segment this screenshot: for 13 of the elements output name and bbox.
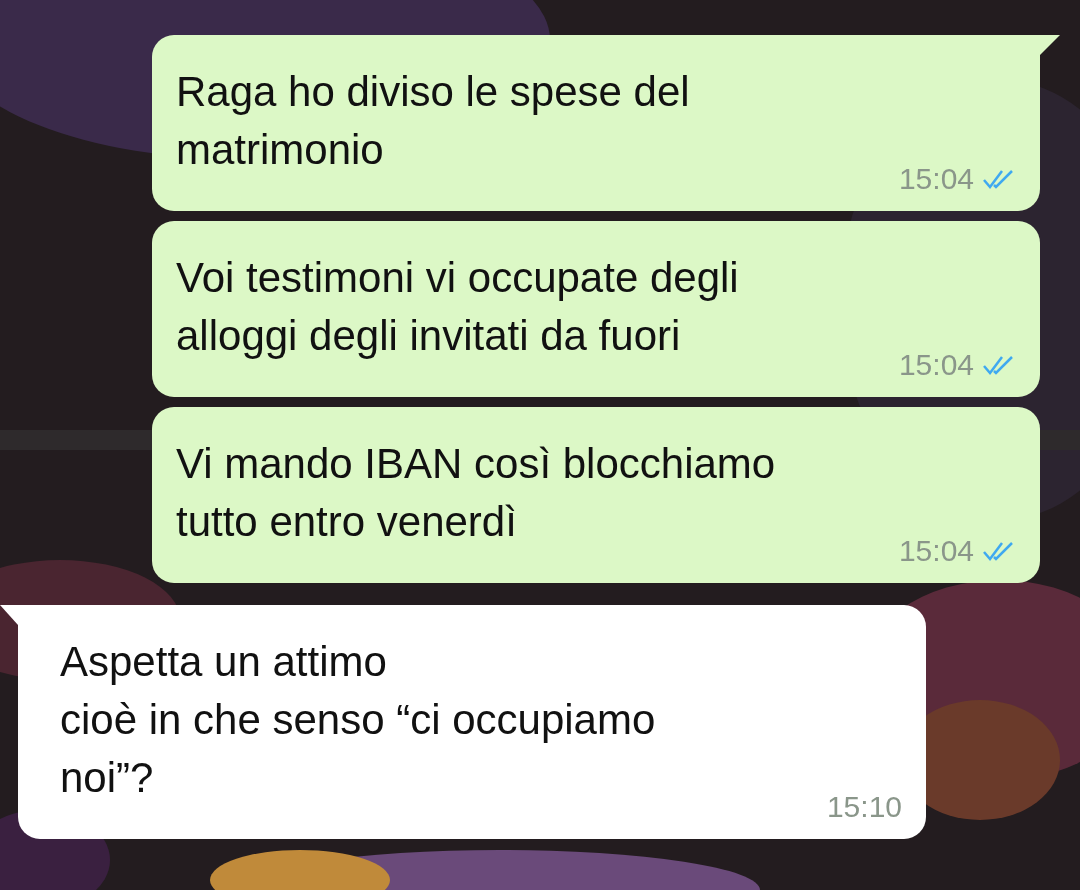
message-text: noi”? (60, 753, 154, 803)
message-text: tutto entro venerdì (176, 497, 517, 547)
message-text: Aspetta un attimo (60, 637, 387, 687)
message-text: cioè in che senso “ci occupiamo (60, 695, 656, 745)
message-time: 15:04 (898, 161, 974, 197)
message-text: Vi mando IBAN così blocchiamo (176, 439, 776, 489)
message-time: 15:10 (826, 789, 902, 825)
message-text: alloggi degli invitati da fuori (176, 311, 681, 361)
message-text: Voi testimoni vi occupate degli (176, 253, 739, 303)
message-text: Raga ho diviso le spese del (176, 67, 690, 117)
message-time: 15:04 (898, 533, 974, 569)
message-text: matrimonio (176, 125, 384, 175)
message-time: 15:04 (898, 347, 974, 383)
